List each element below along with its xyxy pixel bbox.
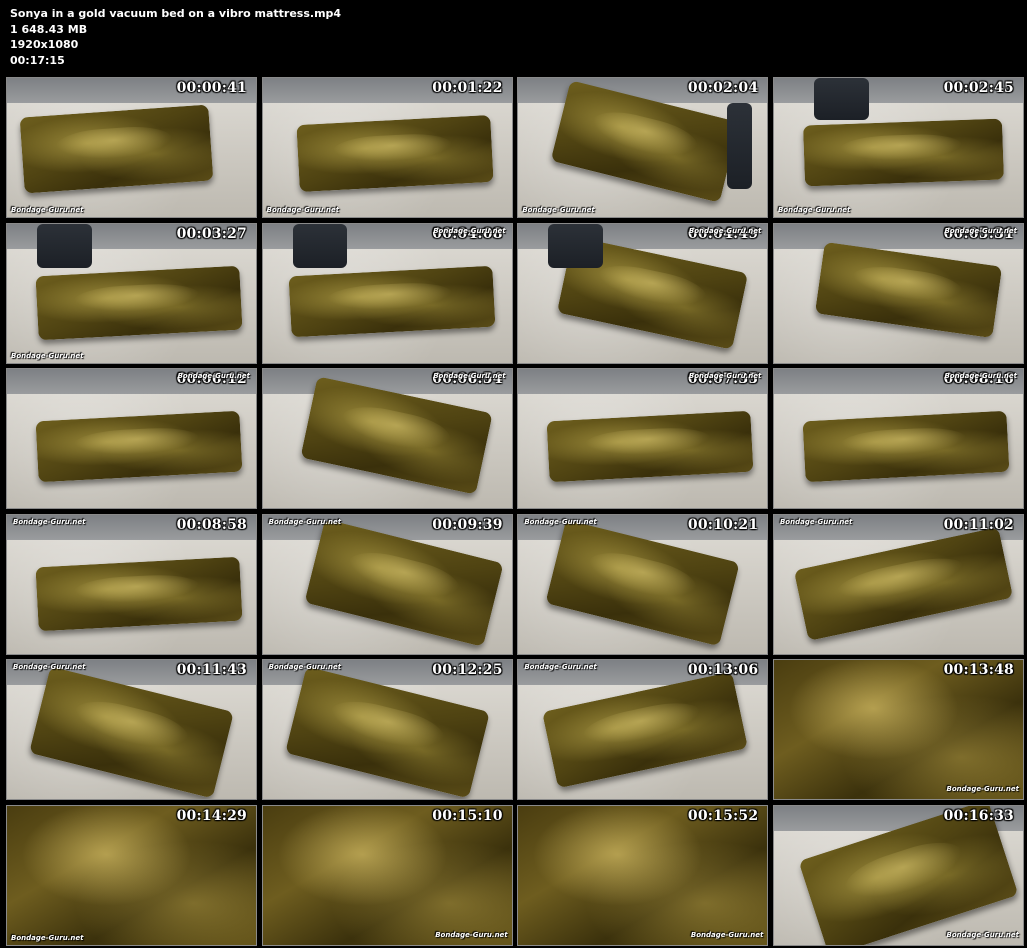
- video-thumbnail[interactable]: 00:06:12 Bondage-Guru.net: [6, 368, 257, 510]
- person-figure: [36, 223, 92, 269]
- vacuum-bed-image: [802, 119, 1005, 188]
- video-thumbnail[interactable]: 00:13:48 Bondage-Guru.net: [772, 659, 1024, 801]
- person-figure: [727, 103, 753, 190]
- closeup-image: [518, 805, 768, 945]
- person-figure: [292, 223, 348, 269]
- thumbnail-timestamp: 00:11:02: [943, 516, 1014, 533]
- vacuum-bed-image: [288, 265, 496, 338]
- video-thumbnail[interactable]: 00:07:35 Bondage-Guru.net: [517, 368, 769, 510]
- watermark: Bondage-Guru.net: [268, 517, 342, 526]
- thumbnail-timestamp: 00:02:04: [687, 80, 759, 96]
- thumbnail-timestamp: 00:10:21: [687, 516, 759, 533]
- closeup-image: [262, 805, 512, 945]
- video-thumbnail[interactable]: 00:14:29 Bondage-Guru.net: [6, 804, 257, 946]
- watermark: Bondage-Guru.net: [435, 930, 508, 939]
- video-thumbnail[interactable]: 00:11:43 Bondage-Guru.net: [6, 659, 257, 801]
- thumbnail-timestamp: 00:15:10: [432, 807, 503, 824]
- file-info-header: Sonya in a gold vacuum bed on a vibro ma…: [10, 6, 341, 68]
- thumbnail-timestamp: 00:15:52: [687, 807, 759, 824]
- video-thumbnail[interactable]: 00:10:21 Bondage-Guru.net: [517, 513, 769, 655]
- thumbnail-timestamp: 00:08:58: [176, 516, 247, 533]
- vacuum-bed-image: [295, 114, 494, 192]
- thumbnail-grid: 00:00:41 Bondage-Guru.net 00:01:22 Bondage-…: [6, 77, 1024, 946]
- video-duration: 00:17:15: [10, 53, 65, 67]
- video-thumbnail[interactable]: 00:09:39 Bondage-Guru.net: [261, 513, 513, 655]
- video-thumbnail[interactable]: 00:15:52 Bondage-Guru.net: [517, 804, 769, 946]
- watermark: Bondage-Guru.net: [433, 372, 506, 381]
- watermark: Bondage-Guru.net: [690, 930, 764, 939]
- watermark: Bondage-Guru.net: [11, 351, 84, 360]
- video-thumbnail[interactable]: 00:04:49 Bondage-Guru.net: [517, 222, 769, 364]
- video-thumbnail[interactable]: 00:02:45 Bondage-Guru.net: [772, 77, 1024, 218]
- watermark: Bondage-Guru.net: [13, 663, 86, 672]
- file-size: 1 648.43 MB: [10, 22, 88, 36]
- person-figure: [548, 223, 603, 269]
- thumbnail-timestamp: 00:14:29: [176, 807, 247, 824]
- video-thumbnail[interactable]: 00:06:54 Bondage-Guru.net: [261, 368, 513, 510]
- watermark: Bondage-Guru.net: [779, 517, 853, 526]
- thumbnail-timestamp: 00:12:25: [432, 662, 503, 679]
- video-thumbnail[interactable]: 00:16:33 Bondage-Guru.net: [772, 804, 1024, 946]
- video-resolution: 1920x1080: [10, 38, 79, 51]
- vacuum-bed-image: [802, 411, 1010, 483]
- vacuum-bed-image: [19, 104, 214, 195]
- thumbnail-timestamp: 00:01:22: [432, 80, 503, 96]
- watermark: Bondage-Guru.net: [268, 663, 342, 672]
- person-figure: [813, 78, 869, 120]
- watermark: Bondage-Guru.net: [944, 372, 1017, 381]
- closeup-image: [773, 660, 1023, 800]
- watermark: Bondage-Guru.net: [11, 933, 84, 942]
- vacuum-bed-image: [35, 556, 243, 632]
- watermark: Bondage-Guru.net: [777, 206, 851, 214]
- watermark: Bondage-Guru.net: [944, 226, 1017, 235]
- video-thumbnail[interactable]: 00:13:06 Bondage-Guru.net: [517, 659, 769, 801]
- thumbnail-timestamp: 00:11:43: [176, 662, 247, 679]
- video-thumbnail[interactable]: 00:03:27 Bondage-Guru.net: [6, 222, 257, 364]
- thumbnail-timestamp: 00:03:27: [176, 225, 247, 242]
- video-thumbnail[interactable]: 00:15:10 Bondage-Guru.net: [261, 804, 513, 946]
- thumbnail-timestamp: 00:09:39: [432, 516, 503, 533]
- video-thumbnail[interactable]: 00:08:16 Bondage-Guru.net: [772, 368, 1024, 510]
- watermark: Bondage-Guru.net: [946, 930, 1019, 939]
- thumbnail-timestamp: 00:13:06: [687, 662, 759, 679]
- video-thumbnail[interactable]: 00:05:31 Bondage-Guru.net: [772, 222, 1024, 364]
- watermark: Bondage-Guru.net: [524, 517, 597, 526]
- watermark: Bondage-Guru.net: [688, 226, 762, 235]
- video-thumbnail[interactable]: 00:12:25 Bondage-Guru.net: [261, 659, 513, 801]
- video-thumbnail[interactable]: 00:04:08 Bondage-Guru.net: [261, 222, 513, 364]
- watermark: Bondage-Guru.net: [524, 663, 597, 672]
- video-thumbnail[interactable]: 00:00:41 Bondage-Guru.net: [6, 77, 257, 218]
- watermark: Bondage-Guru.net: [433, 226, 506, 235]
- video-thumbnail[interactable]: 00:08:58 Bondage-Guru.net: [6, 513, 257, 655]
- thumbnail-timestamp: 00:00:41: [176, 80, 247, 96]
- vacuum-bed-image: [35, 411, 243, 483]
- thumbnail-timestamp: 00:16:33: [943, 807, 1014, 824]
- watermark: Bondage-Guru.net: [177, 372, 250, 381]
- watermark: Bondage-Guru.net: [522, 206, 595, 214]
- video-thumbnail[interactable]: 00:02:04 Bondage-Guru.net: [517, 77, 769, 218]
- watermark: Bondage-Guru.net: [11, 206, 84, 214]
- video-thumbnail[interactable]: 00:11:02 Bondage-Guru.net: [772, 513, 1024, 655]
- watermark: Bondage-Guru.net: [266, 206, 340, 214]
- vacuum-bed-image: [546, 411, 754, 483]
- watermark: Bondage-Guru.net: [946, 785, 1019, 794]
- thumbnail-timestamp: 00:02:45: [943, 80, 1014, 96]
- closeup-image: [7, 805, 256, 945]
- file-name: Sonya in a gold vacuum bed on a vibro ma…: [10, 7, 342, 20]
- watermark: Bondage-Guru.net: [688, 372, 762, 381]
- vacuum-bed-image: [35, 265, 243, 341]
- watermark: Bondage-Guru.net: [13, 517, 86, 526]
- video-thumbnail[interactable]: 00:01:22 Bondage-Guru.net: [261, 77, 513, 218]
- thumbnail-timestamp: 00:13:48: [943, 662, 1014, 679]
